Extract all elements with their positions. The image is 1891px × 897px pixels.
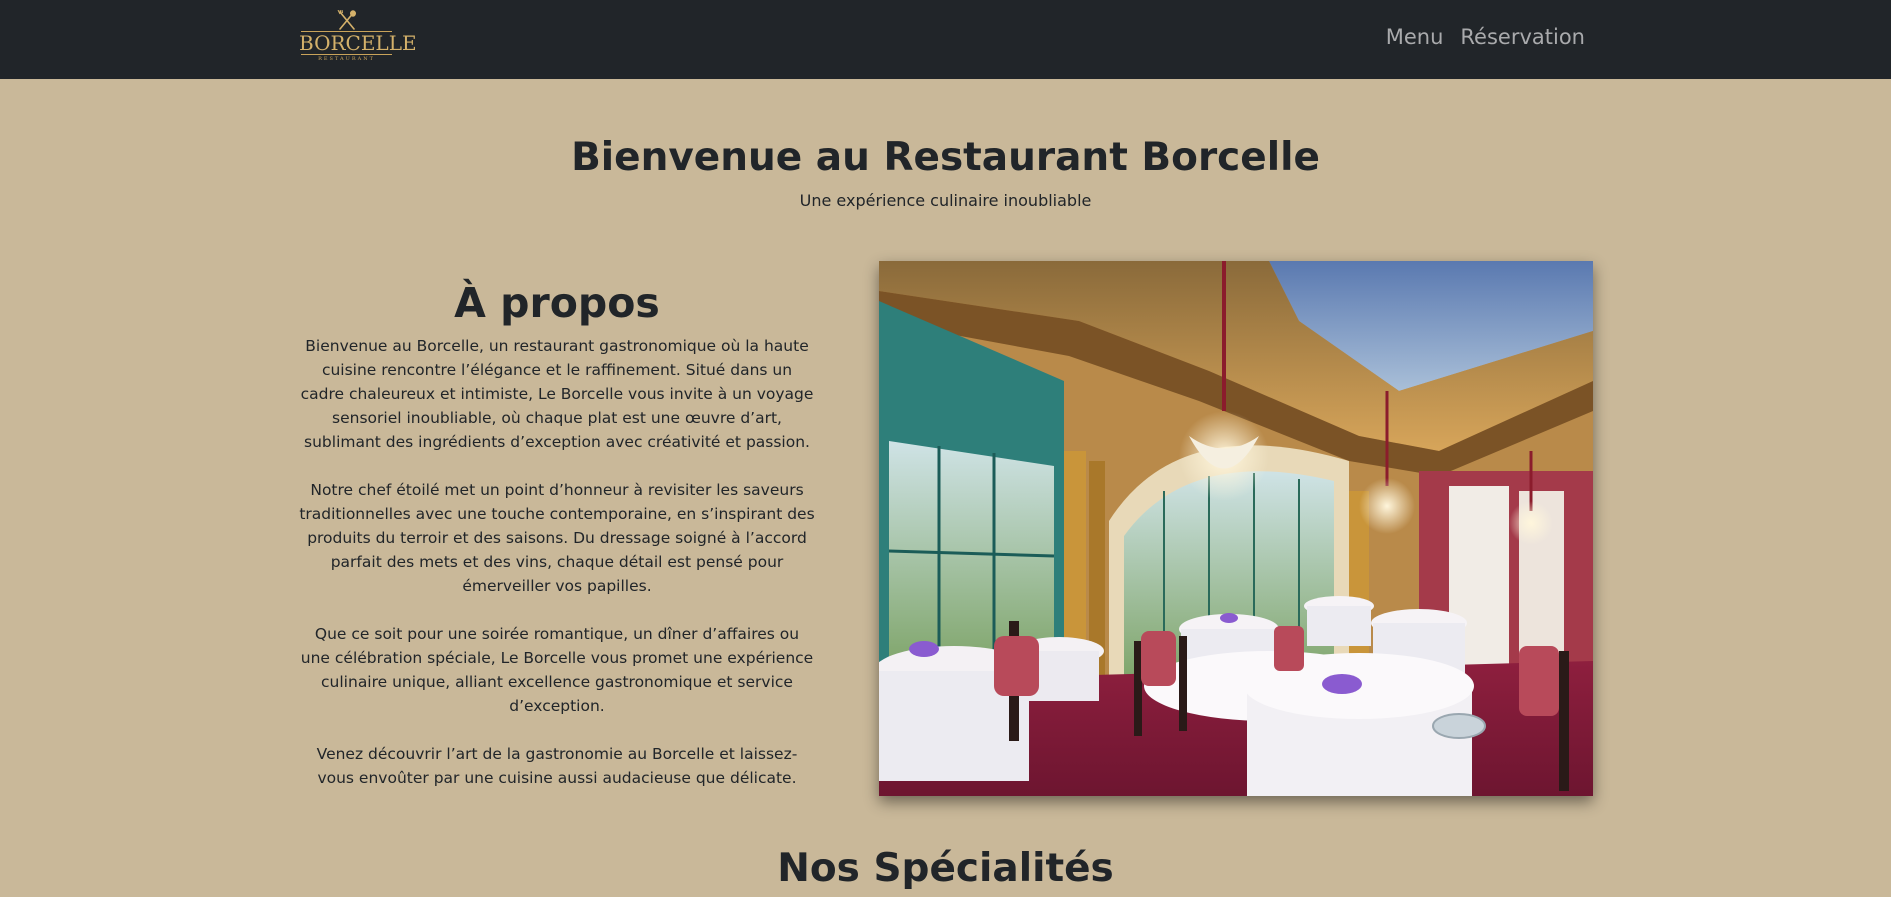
about-paragraph: Venez découvrir l’art de la gastronomie … bbox=[316, 745, 798, 787]
restaurant-interior-image bbox=[879, 261, 1593, 796]
hero-title: Bienvenue au Restaurant Borcelle bbox=[571, 135, 1320, 180]
about-paragraph: Que ce soit pour une soirée romantique, … bbox=[300, 625, 814, 715]
logo-subtitle: RESTAURANT bbox=[318, 56, 375, 62]
about-section: À propos Bienvenue au Borcelle, un resta… bbox=[299, 278, 815, 814]
about-paragraph: Notre chef étoilé met un point d’honneur… bbox=[299, 481, 815, 595]
nav-link-menu[interactable]: Menu bbox=[1386, 22, 1444, 52]
nav-links: Menu Réservation bbox=[1386, 22, 1585, 52]
crossed-fork-spoon-icon bbox=[337, 10, 356, 30]
about-paragraph: Bienvenue au Borcelle, un restaurant gas… bbox=[300, 337, 814, 451]
restaurant-interior-illustration bbox=[879, 261, 1593, 796]
brand-logo[interactable]: BORCELLE RESTAURANT bbox=[299, 10, 417, 64]
logo-wordmark: BORCELLE bbox=[299, 31, 417, 55]
about-title: À propos bbox=[454, 279, 660, 327]
hero-subtitle: Une expérience culinaire inoubliable bbox=[799, 191, 1092, 210]
nav-link-reservation[interactable]: Réservation bbox=[1460, 22, 1585, 52]
navbar: BORCELLE RESTAURANT Menu Réservation bbox=[0, 0, 1891, 79]
specialties-title: Nos Spécialités bbox=[777, 846, 1114, 891]
